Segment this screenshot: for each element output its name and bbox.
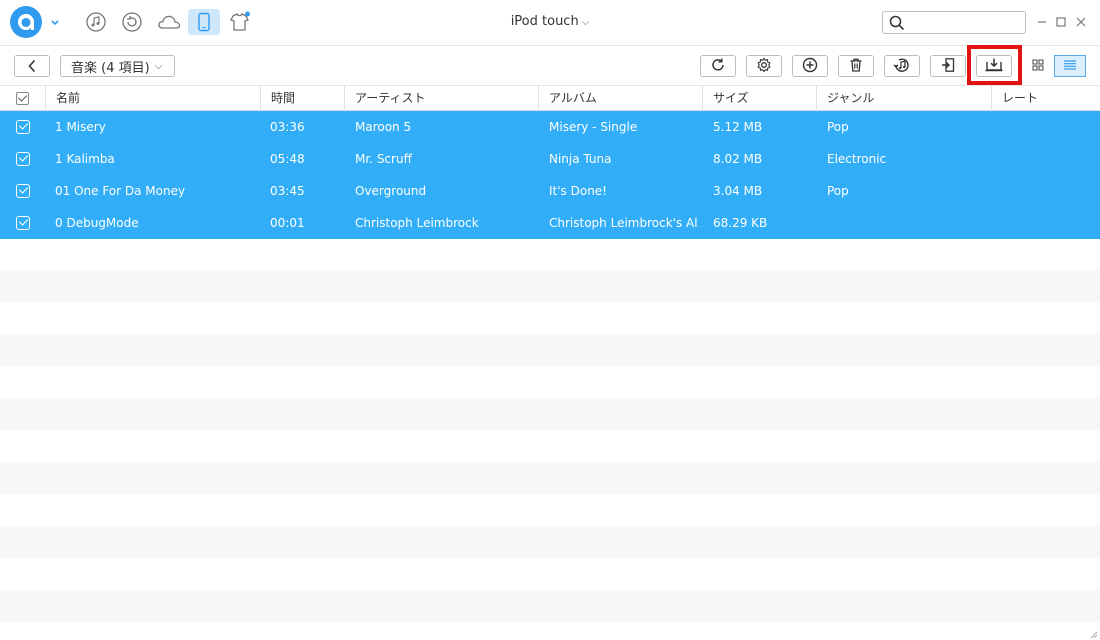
cell-genre (827, 207, 987, 239)
cell-rate (1002, 143, 1097, 175)
table-header: 名前 時間 アーティスト アルバム サイズ ジャンル レート (0, 86, 1100, 111)
to-computer-button[interactable] (976, 55, 1012, 77)
settings-button[interactable] (746, 55, 782, 77)
to-computer-icon (984, 57, 1004, 76)
delete-button[interactable] (838, 55, 874, 77)
row-checkbox[interactable] (16, 120, 30, 134)
row-checkbox[interactable] (16, 216, 30, 230)
chevron-down-icon: ⌵ (581, 17, 590, 28)
refresh-icon (710, 57, 726, 76)
cell-time: 03:45 (270, 184, 305, 198)
cell-name: 0 DebugMode (55, 216, 139, 230)
minimize-button[interactable] (1035, 15, 1049, 29)
table-row[interactable]: 0 DebugMode 00:01 Christoph Leimbrock Ch… (0, 207, 1100, 239)
anytrans-logo-icon[interactable] (10, 6, 42, 38)
icloud-icon[interactable] (155, 10, 183, 34)
cell-genre: Pop (827, 120, 849, 134)
add-icon (802, 57, 818, 76)
cell-artist: Maroon 5 (355, 120, 412, 134)
list-view-button[interactable] (1054, 55, 1086, 77)
cell-size: 5.12 MB (713, 120, 763, 134)
to-itunes-icon (893, 57, 911, 76)
back-button[interactable] (14, 55, 50, 77)
restore-icon[interactable] (120, 10, 144, 34)
cell-rate (1002, 111, 1097, 143)
cell-size: 8.02 MB (713, 152, 763, 166)
cell-time: 03:36 (270, 120, 305, 134)
cell-size: 3.04 MB (713, 184, 763, 198)
column-header-name[interactable]: 名前 (45, 86, 260, 111)
cell-time: 00:01 (270, 216, 305, 230)
grid-view-button[interactable] (1022, 55, 1054, 77)
chevron-down-icon: ⌵ (154, 60, 163, 72)
empty-row (0, 462, 1100, 494)
cell-rate (1002, 207, 1097, 239)
cell-genre: Electronic (827, 152, 887, 166)
empty-row (0, 526, 1100, 558)
cell-time: 05:48 (270, 152, 305, 166)
column-header-rate[interactable]: レート (991, 86, 1100, 111)
table-row[interactable]: 01 One For Da Money 03:45 Overground It'… (0, 175, 1100, 207)
add-button[interactable] (792, 55, 828, 77)
cell-rate (1002, 175, 1097, 207)
shirt-icon[interactable] (228, 10, 252, 34)
cell-artist: Mr. Scruff (355, 152, 412, 166)
refresh-button[interactable] (700, 55, 736, 77)
empty-row (0, 270, 1100, 302)
cell-album: It's Done! (549, 184, 607, 198)
cell-name: 1 Kalimba (55, 152, 115, 166)
music-library-icon[interactable] (84, 10, 108, 34)
cell-album: Misery - Single (549, 120, 638, 134)
search-icon (889, 15, 905, 34)
column-header-time[interactable]: 時間 (260, 86, 344, 111)
cell-name: 1 Misery (55, 120, 106, 134)
cell-size: 68.29 KB (713, 216, 768, 230)
table-row[interactable]: 1 Misery 03:36 Maroon 5 Misery - Single … (0, 111, 1100, 143)
close-button[interactable] (1074, 15, 1088, 29)
category-dropdown[interactable]: 音楽 (4 項目) ⌵ (60, 55, 175, 77)
empty-row (0, 398, 1100, 430)
column-header-genre[interactable]: ジャンル (816, 86, 991, 111)
empty-row (0, 334, 1100, 366)
category-label: 音楽 (4 項目) (71, 60, 150, 76)
toolbar: 音楽 (4 項目) ⌵ (0, 46, 1100, 86)
list-view-icon (1062, 58, 1078, 75)
cell-album: Christoph Leimbrock's Al... (549, 216, 699, 230)
cell-artist: Christoph Leimbrock (355, 216, 479, 230)
device-selector[interactable]: iPod touch ⌵ (480, 14, 620, 29)
grid-view-icon (1031, 58, 1045, 75)
empty-row (0, 590, 1100, 622)
row-checkbox[interactable] (16, 152, 30, 166)
maximize-button[interactable] (1054, 15, 1068, 29)
table-row[interactable]: 1 Kalimba 05:48 Mr. Scruff Ninja Tuna 8.… (0, 143, 1100, 175)
search-box[interactable] (882, 11, 1026, 34)
cell-album: Ninja Tuna (549, 152, 612, 166)
row-checkbox[interactable] (16, 184, 30, 198)
delete-icon (848, 57, 864, 76)
column-header-size[interactable]: サイズ (702, 86, 816, 111)
music-table: 名前 時間 アーティスト アルバム サイズ ジャンル レート 1 Misery … (0, 86, 1100, 640)
cell-artist: Overground (355, 184, 427, 198)
export-icon (940, 57, 956, 76)
export-to-device-button[interactable] (930, 55, 966, 77)
cell-genre: Pop (827, 184, 849, 198)
column-header-album[interactable]: アルバム (538, 86, 702, 111)
chevron-down-icon[interactable] (50, 16, 62, 28)
select-all-checkbox[interactable] (16, 86, 46, 111)
checkbox-checked-icon (16, 92, 29, 105)
title-bar: iPod touch ⌵ (0, 0, 1100, 46)
settings-icon (756, 57, 772, 76)
device-icon[interactable] (188, 9, 220, 35)
device-name: iPod touch (510, 14, 579, 29)
cell-name: 01 One For Da Money (55, 184, 186, 198)
column-header-artist[interactable]: アーティスト (344, 86, 538, 111)
to-itunes-button[interactable] (884, 55, 920, 77)
resize-grip-icon[interactable] (1088, 628, 1098, 639)
search-input[interactable] (909, 14, 1021, 31)
